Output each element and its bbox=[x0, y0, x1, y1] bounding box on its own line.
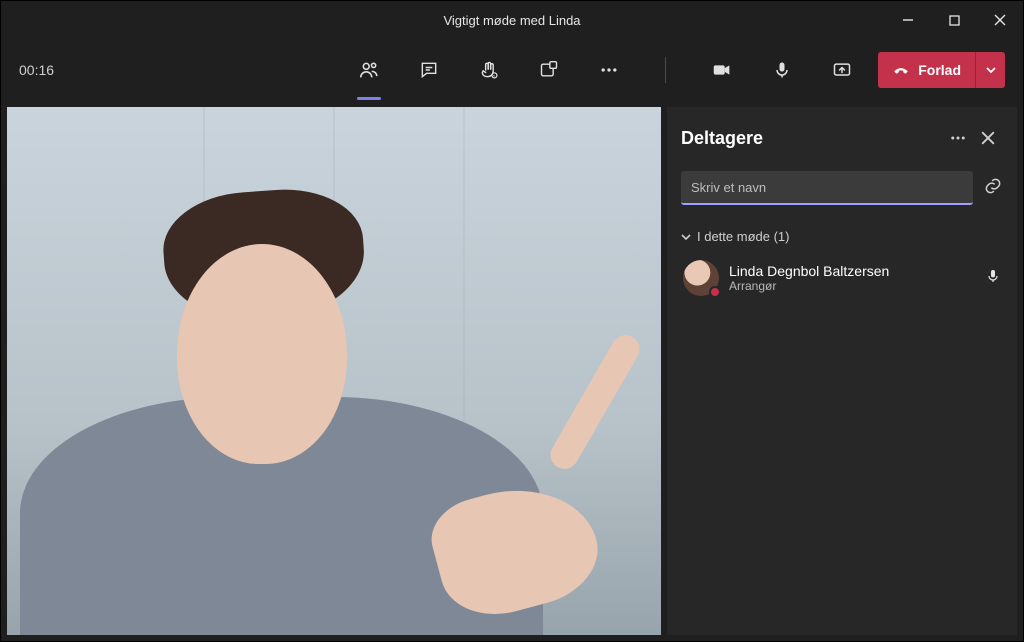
minimize-icon bbox=[902, 14, 914, 26]
share-screen-icon bbox=[832, 60, 852, 80]
chevron-down-icon bbox=[985, 64, 997, 76]
chat-button[interactable] bbox=[409, 50, 449, 90]
participants-panel: Deltagere I dette møde (1) bbox=[667, 107, 1017, 635]
maximize-button[interactable] bbox=[931, 1, 977, 39]
section-in-meeting[interactable]: I dette møde (1) bbox=[681, 229, 1003, 244]
camera-icon bbox=[711, 59, 733, 81]
toolbar-buttons bbox=[349, 50, 862, 90]
more-icon bbox=[949, 129, 967, 147]
panel-title: Deltagere bbox=[681, 128, 943, 149]
search-row bbox=[681, 171, 1003, 205]
more-icon bbox=[599, 60, 619, 80]
leave-button[interactable]: Forlad bbox=[878, 52, 975, 88]
share-button[interactable] bbox=[822, 50, 862, 90]
participants-button[interactable] bbox=[349, 50, 389, 90]
minimize-button[interactable] bbox=[885, 1, 931, 39]
rooms-button[interactable] bbox=[529, 50, 569, 90]
leave-dropdown[interactable] bbox=[975, 52, 1005, 88]
meeting-window: Vigtigt møde med Linda 00:16 bbox=[0, 0, 1024, 642]
panel-close-button[interactable] bbox=[973, 123, 1003, 153]
raise-hand-icon bbox=[479, 60, 499, 80]
window-controls bbox=[885, 1, 1023, 39]
titlebar: Vigtigt møde med Linda bbox=[1, 1, 1023, 39]
participant-info: Linda Degnbol Baltzersen Arrangør bbox=[729, 263, 975, 293]
microphone-icon bbox=[772, 60, 792, 80]
close-button[interactable] bbox=[977, 1, 1023, 39]
presence-busy-icon bbox=[709, 286, 721, 298]
leave-split-button: Forlad bbox=[878, 52, 1005, 88]
participant-mic-button[interactable] bbox=[985, 268, 1001, 289]
more-button[interactable] bbox=[589, 50, 629, 90]
video-stage bbox=[7, 107, 661, 635]
participant-video bbox=[7, 107, 661, 635]
hangup-icon bbox=[892, 61, 910, 79]
participant-row[interactable]: Linda Degnbol Baltzersen Arrangør bbox=[681, 254, 1003, 302]
panel-more-button[interactable] bbox=[943, 123, 973, 153]
window-title: Vigtigt møde med Linda bbox=[443, 13, 580, 28]
leave-label: Forlad bbox=[918, 62, 961, 78]
participant-search-input[interactable] bbox=[681, 171, 973, 205]
caret-down-icon bbox=[681, 232, 691, 242]
maximize-icon bbox=[949, 15, 960, 26]
avatar bbox=[683, 260, 719, 296]
chat-icon bbox=[419, 60, 439, 80]
camera-button[interactable] bbox=[702, 50, 742, 90]
toolbar-divider bbox=[665, 57, 666, 83]
link-icon bbox=[983, 176, 1003, 196]
participant-name: Linda Degnbol Baltzersen bbox=[729, 263, 975, 279]
people-icon bbox=[358, 59, 380, 81]
section-label: I dette møde (1) bbox=[697, 229, 789, 244]
call-timer: 00:16 bbox=[19, 62, 119, 78]
close-icon bbox=[981, 131, 995, 145]
close-icon bbox=[994, 14, 1006, 26]
panel-header: Deltagere bbox=[681, 123, 1003, 153]
reactions-button[interactable] bbox=[469, 50, 509, 90]
content-row: Deltagere I dette møde (1) bbox=[1, 101, 1023, 641]
mic-button[interactable] bbox=[762, 50, 802, 90]
breakout-rooms-icon bbox=[539, 60, 559, 80]
microphone-icon bbox=[985, 268, 1001, 284]
share-link-button[interactable] bbox=[983, 176, 1003, 201]
meeting-toolbar: 00:16 bbox=[1, 39, 1023, 101]
participant-role: Arrangør bbox=[729, 279, 975, 293]
